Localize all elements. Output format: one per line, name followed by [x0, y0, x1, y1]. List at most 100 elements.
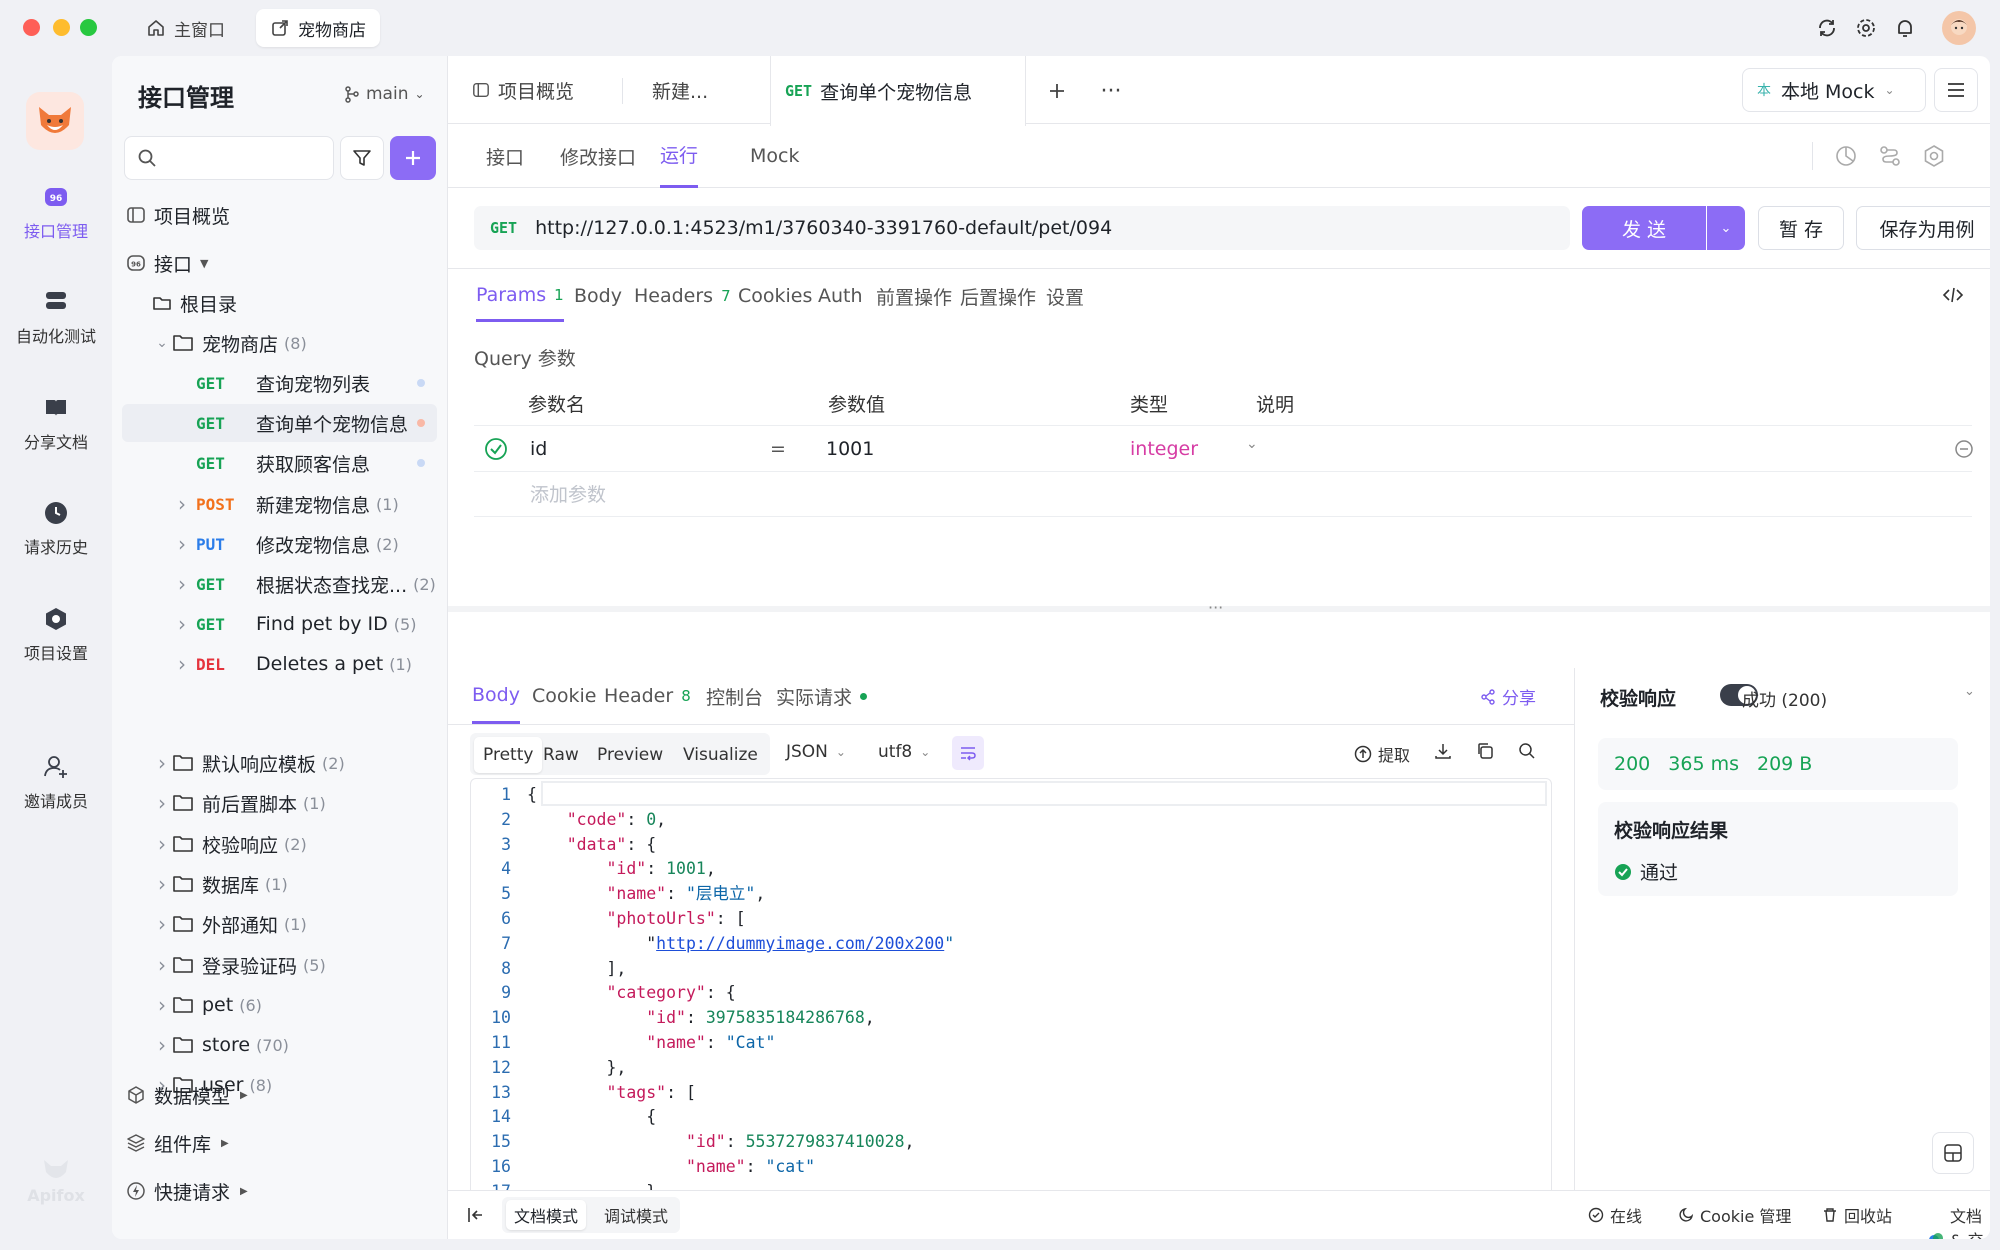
param-tab[interactable]: Params 1 [476, 270, 564, 322]
bell-icon[interactable] [1891, 14, 1919, 42]
subtab-edit-api[interactable]: 修改接口 [560, 124, 636, 188]
subtab-mock[interactable]: Mock [750, 124, 799, 188]
maximize-window-button[interactable] [80, 19, 97, 36]
chevron-down-icon[interactable]: ⌄ [1964, 684, 1975, 699]
folder-item[interactable]: › 校验响应 (2) [122, 825, 437, 863]
response-tab[interactable]: Cookie [532, 668, 597, 724]
close-window-button[interactable] [23, 19, 40, 36]
share-button[interactable]: 分享 [1480, 684, 1536, 709]
chevron-right-icon[interactable]: › [152, 751, 172, 775]
env-selector[interactable]: 本 本地 Mock ⌄ [1742, 68, 1926, 112]
gear-icon[interactable] [1852, 14, 1880, 42]
pie-chart-icon[interactable] [1834, 144, 1858, 168]
more-tabs-button[interactable]: ··· [1094, 74, 1128, 108]
rail-item-invite[interactable]: 邀请成员 [0, 754, 112, 812]
view-mode-pretty[interactable]: Pretty [474, 737, 543, 773]
layout-toggle-button[interactable] [1932, 1132, 1974, 1174]
folder-item[interactable]: › 默认响应模板 (2) [122, 744, 437, 782]
remove-circle-icon[interactable] [1954, 439, 1974, 459]
endpoint-item[interactable]: › DEL Deletes a pet (1) [122, 645, 437, 683]
param-tab[interactable]: 前置操作 [876, 270, 952, 322]
send-dropdown-button[interactable]: ⌄ [1707, 206, 1745, 250]
subtab-api[interactable]: 接口 [486, 124, 524, 188]
encoding-select[interactable]: utf8 ⌄ [878, 742, 930, 762]
search-box[interactable] [124, 136, 334, 180]
chevron-right-icon[interactable]: › [152, 1033, 172, 1057]
copy-icon[interactable] [1476, 742, 1494, 760]
new-tab-button[interactable] [1040, 74, 1074, 108]
collapse-sidebar-icon[interactable] [466, 1205, 486, 1225]
endpoint-item[interactable]: › PUT 修改宠物信息 (2) [122, 525, 437, 563]
chevron-right-icon[interactable]: › [172, 532, 192, 556]
check-circle-icon[interactable] [484, 437, 508, 461]
url-bar[interactable]: GET http://127.0.0.1:4523/m1/3760340-339… [474, 206, 1570, 250]
chevron-right-icon[interactable]: › [172, 572, 192, 596]
chevron-right-icon[interactable]: › [152, 872, 172, 896]
response-tab[interactable]: 控制台 [706, 668, 763, 724]
docs-community-button[interactable]: 文档 & 交流群 [1928, 1203, 1990, 1239]
avatar[interactable] [1942, 11, 1976, 45]
view-mode-preview[interactable]: Preview [588, 737, 672, 773]
download-icon[interactable] [1434, 742, 1452, 760]
folder-item[interactable]: › 外部通知 (1) [122, 905, 437, 943]
folder-item[interactable]: › pet (6) [122, 986, 437, 1024]
doc-tab-active[interactable]: GET 查询单个宠物信息 [770, 56, 1026, 126]
method-select[interactable]: GET [490, 219, 517, 237]
sync-icon[interactable] [1813, 14, 1841, 42]
endpoint-item[interactable]: GET 查询宠物列表 [122, 364, 437, 402]
tree-item-overview[interactable]: 项目概览 [122, 196, 437, 234]
rail-item-automation[interactable]: 自动化测试 [0, 289, 112, 347]
view-mode-raw[interactable]: Raw [534, 737, 588, 773]
filter-button[interactable] [340, 136, 384, 180]
doc-tab-overview[interactable]: 项目概览 [458, 56, 588, 124]
tree-item-root-dir[interactable]: 根目录 [122, 284, 437, 322]
chevron-right-icon[interactable]: › [172, 612, 192, 636]
rail-item-project-settings[interactable]: 项目设置 [0, 606, 112, 664]
wrap-toggle[interactable] [952, 736, 984, 770]
branch-selector[interactable]: main ⌄ [344, 84, 425, 104]
doc-mode-button[interactable]: 文档模式 [506, 1200, 587, 1230]
settings-icon[interactable] [1922, 144, 1946, 168]
debug-mode-button[interactable]: 调试模式 [596, 1200, 676, 1230]
project-logo[interactable] [26, 92, 84, 150]
param-type[interactable]: integer [1130, 438, 1198, 460]
extract-button[interactable]: 提取 [1354, 742, 1410, 766]
response-body-viewer[interactable]: 1{2 "code": 0, 3 "data": {4 "id": 1001, 5 … [470, 778, 1552, 1224]
folder-item[interactable]: › 数据库 (1) [122, 865, 437, 903]
rail-item-api[interactable]: 96 接口管理 [0, 184, 112, 242]
endpoint-item[interactable]: › GET Find pet by ID (5) [122, 605, 437, 643]
search-input[interactable] [165, 148, 325, 168]
chevron-right-icon[interactable]: › [172, 652, 192, 676]
add-param-input[interactable]: 添加参数 [530, 480, 606, 507]
url-link[interactable]: http://dummyimage.com/200x200 [656, 934, 944, 953]
cookie-manager-button[interactable]: Cookie 管理 [1678, 1203, 1791, 1227]
param-tab[interactable]: Headers 7 [634, 270, 731, 322]
section-components[interactable]: 组件库 ▶ [122, 1124, 437, 1162]
response-tab[interactable]: Header 8 [604, 668, 691, 724]
chevron-right-icon[interactable]: › [152, 953, 172, 977]
validate-status[interactable]: 成功 (200) [1742, 686, 1827, 711]
window-tab-home[interactable]: 主窗口 [132, 9, 239, 47]
chevron-right-icon[interactable]: › [152, 993, 172, 1017]
section-quick-request[interactable]: 快捷请求 ▶ [122, 1172, 437, 1210]
param-value[interactable]: 1001 [826, 438, 874, 460]
response-tab[interactable]: Body [472, 668, 520, 724]
chevron-right-icon[interactable]: › [152, 832, 172, 856]
chevron-down-icon[interactable]: ⌄ [1246, 436, 1258, 452]
save-as-case-button[interactable]: 保存为用例 [1856, 206, 1990, 250]
param-tab[interactable]: Cookies [738, 270, 812, 322]
folder-item[interactable]: › 登录验证码 (5) [122, 946, 437, 984]
doc-tab-new[interactable]: 新建... [638, 56, 722, 124]
chevron-right-icon[interactable]: › [172, 492, 192, 516]
send-button[interactable]: 发 送 [1582, 206, 1706, 250]
endpoint-item[interactable]: › GET 根据状态查找宠... (2) [122, 565, 437, 603]
param-tab[interactable]: Body [574, 270, 622, 322]
endpoint-item[interactable]: › POST 新建宠物信息 (1) [122, 485, 437, 523]
drag-handle-icon[interactable]: ··· [1208, 598, 1223, 617]
code-icon[interactable] [1942, 284, 1964, 306]
online-status[interactable]: 在线 [1588, 1203, 1642, 1227]
response-tab[interactable]: 实际请求 [776, 668, 868, 724]
endpoint-item[interactable]: GET 获取顾客信息 [122, 444, 437, 482]
endpoint-item[interactable]: GET 查询单个宠物信息 [122, 404, 437, 442]
add-button[interactable] [390, 136, 436, 180]
